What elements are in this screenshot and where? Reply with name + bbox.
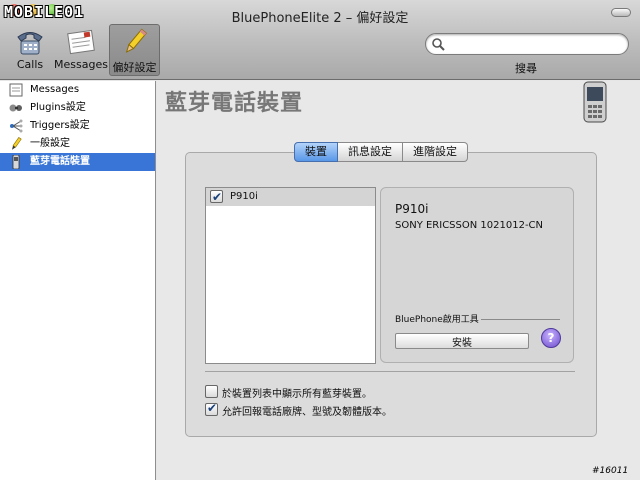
sidebar-item-triggers[interactable]: Triggers設定 — [0, 117, 155, 135]
device-name: P910i — [230, 191, 258, 202]
help-button[interactable]: ? — [541, 328, 561, 348]
report-phone-info-checkbox[interactable] — [205, 401, 218, 416]
device-checkbox[interactable] — [210, 188, 223, 206]
install-button[interactable]: 安裝 — [395, 333, 529, 349]
sidebar-item-label: Plugins設定 — [30, 102, 86, 113]
toolbar-label: Messages — [54, 58, 108, 71]
sidebar-item-label: 一般設定 — [30, 138, 70, 149]
option-label: 於裝置列表中顯示所有藍芽裝置。 — [222, 389, 372, 400]
option-label: 允許回報電話廠牌、型號及韌體版本。 — [222, 407, 392, 418]
tool-section-label: BluePhone啟用工具 — [395, 315, 479, 325]
search-field[interactable] — [425, 33, 629, 55]
plugins-icon — [9, 104, 22, 112]
image-tag: #16011 — [592, 466, 629, 476]
bluetooth-phone-icon — [12, 155, 20, 169]
sidebar-item-bluetooth-phone[interactable]: 藍芽電話裝置 — [0, 153, 155, 171]
device-info-name: P910i — [395, 202, 429, 216]
search-icon — [432, 38, 445, 51]
sidebar-item-plugins[interactable]: Plugins設定 — [0, 99, 155, 117]
tool-section-divider — [481, 319, 560, 320]
preferences-window: MOBILE01 BluePhoneElite 2 – 偏好設定 Calls M… — [0, 0, 640, 480]
search-input[interactable] — [448, 36, 620, 52]
device-info-model: SONY ERICSSON 1021012-CN — [395, 220, 544, 231]
tab-advanced-settings[interactable]: 進階設定 — [403, 142, 468, 162]
tab-devices[interactable]: 裝置 — [294, 142, 338, 162]
toolbar-calls[interactable]: Calls — [4, 24, 56, 76]
sidebar: Messages Plugins設定 Triggers設定 一般設定 藍芽電話裝… — [0, 81, 156, 480]
pencil-icon — [11, 137, 22, 150]
tab-message-settings[interactable]: 訊息設定 — [338, 142, 403, 162]
mobile-phone-icon — [583, 81, 607, 123]
content-pane: 藍芽電話裝置 裝置 訊息設定 進階設定 P910i P910i SONY ERI… — [157, 81, 640, 480]
toolbar-label: 偏好設定 — [112, 61, 157, 74]
sidebar-item-label: 藍芽電話裝置 — [30, 156, 90, 167]
toolbar-label: Calls — [16, 58, 44, 71]
triggers-icon — [10, 119, 23, 133]
sidebar-item-label: Messages — [30, 84, 80, 95]
show-all-devices-checkbox[interactable] — [205, 385, 218, 398]
toolbar-preferences[interactable]: 偏好設定 — [109, 24, 160, 76]
sidebar-item-messages[interactable]: Messages — [0, 81, 155, 99]
page-title: 藍芽電話裝置 — [165, 91, 304, 116]
letter-icon — [67, 29, 95, 55]
toolbar-messages[interactable]: Messages — [54, 24, 108, 76]
pencil-icon — [125, 28, 147, 53]
device-row[interactable]: P910i — [206, 188, 375, 206]
toolbar-toggle-button[interactable] — [611, 8, 631, 17]
divider — [205, 371, 575, 372]
device-info-panel: P910i SONY ERICSSON 1021012-CN BluePhone… — [380, 187, 574, 363]
sidebar-item-general[interactable]: 一般設定 — [0, 135, 155, 153]
tab-bar: 裝置 訊息設定 進階設定 — [294, 142, 468, 162]
title-toolbar: MOBILE01 BluePhoneElite 2 – 偏好設定 Calls M… — [0, 0, 640, 80]
sidebar-item-label: Triggers設定 — [30, 120, 90, 131]
search-label: 搜尋 — [515, 62, 537, 75]
device-list[interactable]: P910i — [205, 187, 376, 364]
phone-icon — [17, 32, 43, 55]
messages-icon — [9, 83, 23, 97]
